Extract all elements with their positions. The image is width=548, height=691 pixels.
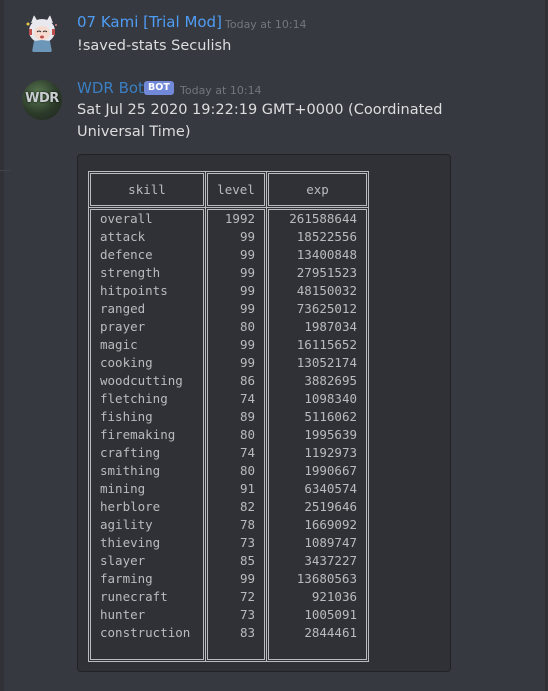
table-cell-exp: 1005091 [304, 607, 357, 622]
table-cell-exp: 3437227 [304, 553, 357, 568]
table-cell-skill: defence [100, 247, 153, 262]
table-cell-exp: 1995639 [304, 427, 357, 442]
table-cell-exp: 73625012 [296, 301, 357, 316]
message-content: Sat Jul 25 2020 19:22:19 GMT+0000 (Coord… [77, 102, 443, 140]
table-cell-skill: herblore [100, 499, 161, 514]
table-cell-exp: 1089747 [304, 535, 357, 550]
anime-avatar-icon [26, 15, 57, 52]
table-cell-exp: 1192973 [304, 445, 357, 460]
table-cell-skill: overall [100, 211, 153, 226]
table-cell-exp: 5116062 [304, 409, 357, 424]
table-cell-level: 99 [239, 229, 255, 244]
code-block: skill level exp overall 1992 261588644 attack 9… [77, 154, 451, 672]
table-cell-level: 89 [239, 409, 255, 424]
timestamp: Today at 10:14 [180, 84, 262, 97]
table-cell-exp: 2519646 [304, 499, 357, 514]
table-cell-exp: 16115652 [296, 337, 357, 352]
table-cell-level: 74 [239, 445, 255, 460]
table-cell-skill: hunter [100, 607, 146, 622]
table-cell-level: 74 [239, 391, 255, 406]
table-cell-skill: smithing [100, 463, 161, 478]
table-cell-level: 91 [239, 481, 255, 496]
table-cell-exp: 261588644 [289, 211, 357, 226]
table-cell-exp: 1987034 [304, 319, 357, 334]
table-cell-level: 80 [239, 319, 255, 334]
table-cell-skill: runecraft [100, 589, 168, 604]
table-cell-skill: hitpoints [100, 283, 168, 298]
table-cell-level: 72 [239, 589, 255, 604]
divider [0, 170, 10, 171]
table-cell-exp: 6340574 [304, 481, 357, 496]
table-cell-skill: fishing [100, 409, 153, 424]
username[interactable]: WDR Bot [77, 79, 144, 97]
table-cell-skill: attack [100, 229, 146, 244]
channel-sidebar-edge [0, 0, 4, 691]
table-cell-skill: cooking [100, 355, 153, 370]
table-cell-skill: mining [100, 481, 146, 496]
table-cell-level: 82 [239, 499, 255, 514]
table-cell-level: 99 [239, 283, 255, 298]
table-cell-skill: magic [100, 337, 138, 352]
table-cell-level: 99 [239, 355, 255, 370]
table-cell-skill: thieving [100, 535, 161, 550]
table-header-level: level [217, 182, 255, 197]
table-cell-level: 99 [239, 571, 255, 586]
table-cell-skill: firemaking [100, 427, 176, 442]
table-header-exp: exp [306, 182, 329, 197]
table-cell-skill: construction [100, 625, 191, 640]
table-cell-skill: ranged [100, 301, 146, 316]
table-cell-level: 99 [239, 247, 255, 262]
timestamp: Today at 10:14 [225, 18, 307, 31]
table-cell-skill: woodcutting [100, 373, 183, 388]
avatar[interactable]: WDR [22, 80, 62, 120]
table-cell-skill: slayer [100, 553, 146, 568]
table-cell-level: 83 [239, 625, 255, 640]
table-cell-skill: strength [100, 265, 161, 280]
table-cell-exp: 2844461 [304, 625, 357, 640]
avatar[interactable] [22, 14, 62, 54]
message-content: !saved-stats Seculish [77, 38, 232, 54]
table-cell-level: 86 [239, 373, 255, 388]
table-cell-level: 1992 [224, 211, 255, 226]
table-cell-exp: 48150032 [296, 283, 357, 298]
table-cell-exp: 3882695 [304, 373, 357, 388]
table-cell-level: 80 [239, 463, 255, 478]
table-cell-level: 80 [239, 427, 255, 442]
table-cell-level: 99 [239, 265, 255, 280]
table-cell-exp: 13400848 [296, 247, 357, 262]
table-cell-level: 73 [239, 607, 255, 622]
table-cell-exp: 13680563 [296, 571, 357, 586]
table-cell-skill: fletching [100, 391, 168, 406]
table-cell-exp: 921036 [311, 589, 357, 604]
table-cell-skill: farming [100, 571, 153, 586]
bot-badge: BOT [144, 81, 174, 95]
table-cell-level: 73 [239, 535, 255, 550]
table-cell-exp: 1669092 [304, 517, 357, 532]
username[interactable]: 07 Kami [Trial Mod] [77, 13, 222, 31]
table-cell-level: 85 [239, 553, 255, 568]
table-cell-skill: prayer [100, 319, 146, 334]
table-cell-exp: 1990667 [304, 463, 357, 478]
table-cell-skill: agility [100, 517, 153, 532]
table-cell-exp: 1098340 [304, 391, 357, 406]
table-cell-level: 78 [239, 517, 255, 532]
table-cell-skill: crafting [100, 445, 161, 460]
avatar-text: WDR [25, 91, 59, 106]
table-cell-level: 99 [239, 337, 255, 352]
table-cell-exp: 18522556 [296, 229, 357, 244]
table-cell-exp: 27951523 [296, 265, 357, 280]
table-cell-exp: 13052174 [296, 355, 357, 370]
table-header-skill: skill [128, 182, 166, 197]
table-cell-level: 99 [239, 301, 255, 316]
